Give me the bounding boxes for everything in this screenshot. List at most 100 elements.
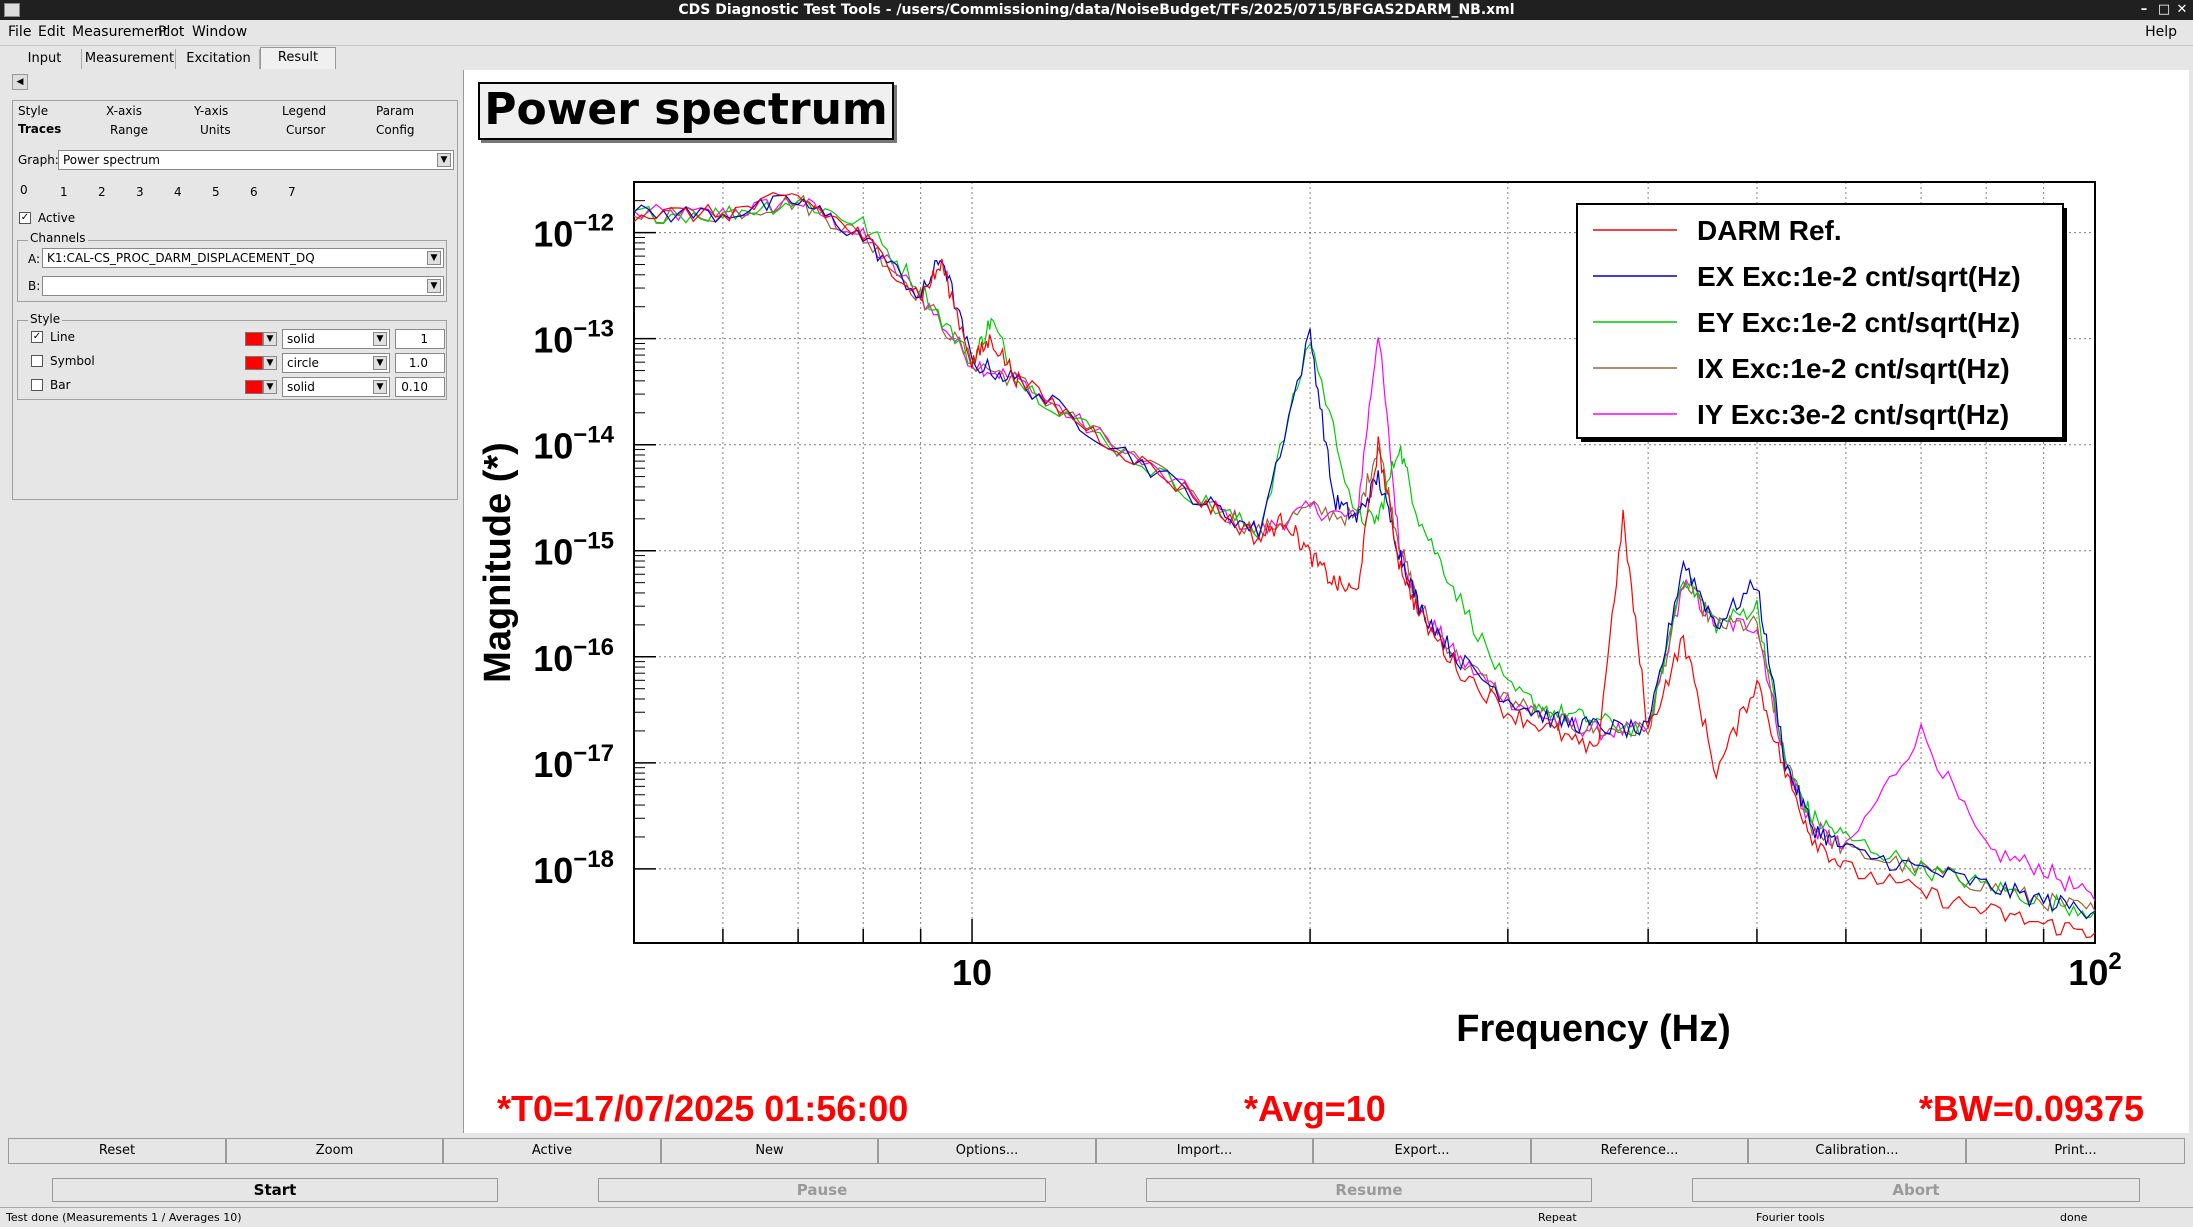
- channel-a-value: K1:CAL-CS_PROC_DARM_DISPLACEMENT_DQ: [47, 251, 315, 265]
- tab-result[interactable]: Result: [260, 47, 336, 69]
- import-button[interactable]: Import...: [1096, 1138, 1313, 1164]
- trace-tab-4[interactable]: 4: [174, 184, 182, 200]
- zoom-button[interactable]: Zoom: [226, 1138, 443, 1164]
- menu-edit[interactable]: Edit: [38, 24, 65, 40]
- bar-width-stepper[interactable]: 0.10: [395, 377, 445, 397]
- trace-tab-5[interactable]: 5: [212, 184, 220, 200]
- new-button[interactable]: New: [661, 1138, 878, 1164]
- trace-tab-0[interactable]: 0: [20, 182, 28, 198]
- chevron-down-icon: ▼: [373, 356, 387, 370]
- line-width-stepper[interactable]: 1: [395, 329, 445, 349]
- abort-button[interactable]: Abort: [1692, 1178, 2140, 1202]
- chevron-down-icon[interactable]: ▼: [263, 380, 277, 394]
- menu-plot[interactable]: Plot: [158, 24, 184, 40]
- options-button[interactable]: Options...: [878, 1138, 1096, 1164]
- maximize-icon[interactable]: □: [2155, 0, 2173, 20]
- calibration-button[interactable]: Calibration...: [1748, 1138, 1966, 1164]
- resume-button[interactable]: Resume: [1146, 1178, 1592, 1202]
- y-tick-label: 10−14: [533, 422, 614, 467]
- y-tick-label: 10−17: [533, 740, 614, 785]
- export-button[interactable]: Export...: [1313, 1138, 1531, 1164]
- channel-a-field[interactable]: K1:CAL-CS_PROC_DARM_DISPLACEMENT_DQ ▼: [42, 248, 444, 268]
- pause-button[interactable]: Pause: [598, 1178, 1046, 1202]
- symbol-style-value: circle: [287, 356, 319, 370]
- channel-b-field[interactable]: ▼: [42, 276, 444, 296]
- x-tick-100-exp: 2: [2108, 948, 2121, 975]
- line-label: Line: [50, 330, 76, 344]
- line-checkbox[interactable]: ✓: [31, 331, 43, 343]
- reference-button[interactable]: Reference...: [1531, 1138, 1748, 1164]
- chevron-down-icon: ▼: [427, 279, 441, 293]
- trace-tab-7[interactable]: 7: [288, 184, 296, 200]
- y-tick-label: 10−13: [533, 316, 614, 361]
- subtab-range[interactable]: Range: [110, 122, 148, 138]
- subtab-x-axis[interactable]: X-axis: [106, 103, 142, 119]
- bar-label: Bar: [50, 378, 71, 392]
- active-label: Active: [38, 211, 76, 225]
- y-axis-label: Magnitude (*): [477, 442, 519, 683]
- start-button[interactable]: Start: [52, 1178, 498, 1202]
- status-bar: Test done (Measurements 1 / Averages 10)…: [0, 1207, 2193, 1227]
- subtab-y-axis[interactable]: Y-axis: [194, 103, 228, 119]
- y-tick-label: 10−16: [533, 634, 614, 679]
- tab-measurement[interactable]: Measurement: [84, 49, 176, 69]
- subtab-cursor[interactable]: Cursor: [286, 122, 325, 138]
- legend-entry: EX Exc:1e-2 cnt/sqrt(Hz): [1697, 261, 2021, 292]
- y-tick-base: 10: [533, 850, 573, 891]
- line-color-swatch[interactable]: [245, 332, 263, 346]
- trace-tab-3[interactable]: 3: [136, 184, 144, 200]
- spectrum-chart[interactable]: 10−1210−1310−1410−1510−1610−1710−18 10 1…: [463, 70, 2189, 1138]
- graph-select[interactable]: Power spectrum ▼: [58, 150, 454, 170]
- plot-button-row: Reset Zoom Active New Options... Import.…: [8, 1138, 2185, 1166]
- active-button[interactable]: Active: [443, 1138, 661, 1164]
- bar-color-swatch[interactable]: [245, 380, 263, 394]
- subtab-config[interactable]: Config: [376, 122, 415, 138]
- legend-entry: IY Exc:3e-2 cnt/sqrt(Hz): [1697, 399, 2009, 430]
- legend-entry: EY Exc:1e-2 cnt/sqrt(Hz): [1697, 307, 2020, 338]
- bar-checkbox[interactable]: [31, 379, 43, 391]
- chevron-down-icon[interactable]: ▼: [263, 356, 277, 370]
- y-tick-label: 10−15: [533, 528, 614, 573]
- menu-window[interactable]: Window: [192, 24, 247, 40]
- close-icon[interactable]: ✕: [2173, 0, 2191, 20]
- status-fourier: Fourier tools: [1756, 1211, 1825, 1224]
- symbol-checkbox[interactable]: [31, 355, 43, 367]
- main-tabs: Input Measurement Excitation Result: [8, 47, 338, 69]
- minimize-icon[interactable]: –: [2135, 0, 2153, 20]
- print-button[interactable]: Print...: [1966, 1138, 2185, 1164]
- subtab-style[interactable]: Style: [18, 103, 48, 119]
- menu-help[interactable]: Help: [2145, 24, 2177, 40]
- x-tick-10: 10: [952, 952, 992, 993]
- collapse-arrow-icon[interactable]: ◀: [12, 74, 28, 90]
- active-checkbox[interactable]: ✓: [19, 212, 31, 224]
- menu-file[interactable]: File: [8, 24, 31, 40]
- trace-tab-1[interactable]: 1: [60, 184, 68, 200]
- chevron-down-icon: ▼: [427, 251, 441, 265]
- menu-measurement[interactable]: Measurement: [72, 24, 168, 40]
- style-label: Style: [28, 312, 63, 326]
- subtab-traces[interactable]: Traces: [18, 121, 61, 137]
- subtab-units[interactable]: Units: [200, 122, 231, 138]
- line-style-select[interactable]: solid ▼: [282, 329, 390, 349]
- bw-annotation: *BW=0.09375: [1918, 1088, 2144, 1129]
- bar-style-select[interactable]: solid ▼: [282, 377, 390, 397]
- trace-tab-6[interactable]: 6: [250, 184, 258, 200]
- tab-input[interactable]: Input: [8, 49, 82, 69]
- status-message: Test done (Measurements 1 / Averages 10): [6, 1211, 242, 1224]
- reset-button[interactable]: Reset: [8, 1138, 226, 1164]
- channels-label: Channels: [28, 231, 88, 245]
- channel-b-label: B:: [28, 279, 41, 293]
- symbol-size-stepper[interactable]: 1.0: [395, 353, 445, 373]
- y-tick-exp: −18: [573, 846, 614, 873]
- symbol-style-select[interactable]: circle ▼: [282, 353, 390, 373]
- symbol-color-swatch[interactable]: [245, 356, 263, 370]
- avg-annotation: *Avg=10: [1244, 1088, 1386, 1129]
- y-tick-base: 10: [533, 214, 573, 255]
- tab-excitation[interactable]: Excitation: [178, 49, 260, 69]
- chevron-down-icon[interactable]: ▼: [263, 332, 277, 346]
- trace-tab-2[interactable]: 2: [98, 184, 106, 200]
- menubar: File Edit Measurement Plot Window Help: [0, 20, 2193, 46]
- subtab-legend[interactable]: Legend: [282, 103, 326, 119]
- subtab-param[interactable]: Param: [376, 103, 414, 119]
- chevron-down-icon: ▼: [373, 380, 387, 394]
